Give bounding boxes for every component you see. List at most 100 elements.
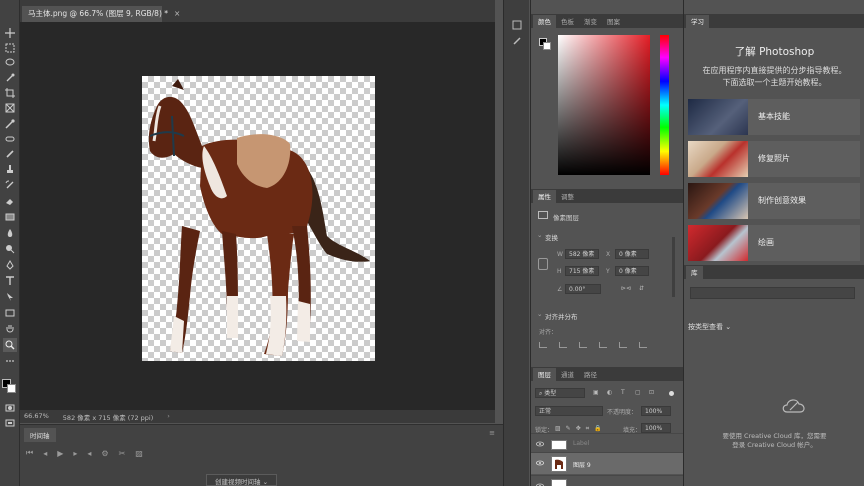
timeline-tab[interactable]: 时间轴 xyxy=(24,428,56,442)
canvas-area[interactable] xyxy=(20,22,495,410)
tab-libraries[interactable]: 库 xyxy=(686,266,703,279)
x-input[interactable]: 0 像素 xyxy=(615,249,649,259)
next-frame-icon[interactable]: ▸ xyxy=(73,449,77,458)
marquee-tool-icon[interactable] xyxy=(3,41,17,55)
filter-shape-icon[interactable]: ▢ xyxy=(635,389,641,396)
filter-pixel-icon[interactable]: ▣ xyxy=(593,389,599,396)
library-panel-tabs: 库 xyxy=(684,265,864,279)
filter-type-icon[interactable]: T xyxy=(621,389,625,396)
path-selection-tool-icon[interactable] xyxy=(3,290,17,304)
eye-icon[interactable] xyxy=(536,460,544,466)
audio-icon[interactable]: ◂ xyxy=(87,449,91,458)
transition-icon[interactable]: ▨ xyxy=(135,449,143,458)
align-center-icon[interactable] xyxy=(559,342,567,348)
lasso-tool-icon[interactable] xyxy=(3,56,17,70)
align-middle-icon[interactable] xyxy=(619,342,627,348)
history-brush-tool-icon[interactable] xyxy=(3,178,17,192)
chevron-down-icon[interactable]: ⌄ xyxy=(537,310,542,318)
layer-filter-select[interactable]: ⌕ 类型 xyxy=(535,388,585,398)
align-top-icon[interactable] xyxy=(599,342,607,348)
history-icon[interactable] xyxy=(512,20,522,30)
background-color-swatch[interactable] xyxy=(7,384,16,393)
blur-tool-icon[interactable] xyxy=(3,226,17,240)
learn-thumbnail xyxy=(688,225,748,261)
tab-patterns[interactable]: 图案 xyxy=(602,15,625,28)
chevron-down-icon[interactable]: ⌄ xyxy=(263,478,268,486)
background-color-chip[interactable] xyxy=(543,42,551,50)
color-picker-field[interactable] xyxy=(558,35,650,175)
screen-mode-icon[interactable] xyxy=(3,416,17,430)
width-input[interactable]: 582 像素 xyxy=(565,249,599,259)
fill-input[interactable]: 100% xyxy=(641,423,671,433)
more-tools-icon[interactable] xyxy=(3,354,17,368)
play-icon[interactable]: ▶ xyxy=(57,449,63,458)
clone-stamp-tool-icon[interactable] xyxy=(3,162,17,176)
height-input[interactable]: 715 像素 xyxy=(565,266,599,276)
flip-horizontal-icon[interactable]: ⊳⊲ xyxy=(621,285,631,292)
align-bottom-icon[interactable] xyxy=(639,342,647,348)
learn-item-creative-effects[interactable]: 制作创意效果 xyxy=(688,183,860,219)
learn-item-painting[interactable]: 绘画 xyxy=(688,225,860,261)
tab-swatches[interactable]: 色板 xyxy=(556,15,579,28)
link-icon[interactable] xyxy=(538,258,548,270)
crop-tool-icon[interactable] xyxy=(3,86,17,100)
move-tool-icon[interactable] xyxy=(3,26,17,40)
tab-paths[interactable]: 路径 xyxy=(579,368,602,381)
learn-item-fix-photo[interactable]: 修复照片 xyxy=(688,141,860,177)
opacity-input[interactable]: 100% xyxy=(641,406,671,416)
close-icon[interactable]: × xyxy=(174,9,180,18)
chevron-down-icon[interactable]: ⌄ xyxy=(537,231,542,239)
frame-tool-icon[interactable] xyxy=(3,101,17,115)
hand-tool-icon[interactable] xyxy=(3,322,17,336)
tab-channels[interactable]: 通道 xyxy=(556,368,579,381)
settings-gear-icon[interactable]: ⚙ xyxy=(101,449,108,458)
quick-select-tool-icon[interactable] xyxy=(3,71,17,85)
tab-gradients[interactable]: 渐变 xyxy=(579,15,602,28)
layer-row[interactable] xyxy=(531,475,683,486)
layer-row[interactable]: 图层 9 xyxy=(531,452,683,474)
pen-tool-icon[interactable] xyxy=(3,258,17,272)
healing-brush-tool-icon[interactable] xyxy=(3,132,17,146)
align-left-icon[interactable] xyxy=(539,342,547,348)
zoom-level[interactable]: 66.67% xyxy=(24,412,49,421)
quick-mask-icon[interactable] xyxy=(3,401,17,415)
dodge-tool-icon[interactable] xyxy=(3,242,17,256)
document-canvas[interactable] xyxy=(142,76,375,361)
rectangle-tool-icon[interactable] xyxy=(3,306,17,320)
learn-item-basic-skills[interactable]: 基本技能 xyxy=(688,99,860,135)
filter-adjustment-icon[interactable]: ◐ xyxy=(607,389,612,396)
scrollbar[interactable] xyxy=(672,237,675,297)
create-video-timeline-button[interactable]: 创建视频时间轴 ⌄ xyxy=(206,474,278,486)
zoom-tool-icon[interactable] xyxy=(3,338,17,352)
brush-preset-icon[interactable] xyxy=(512,36,522,46)
y-input[interactable]: 0 像素 xyxy=(615,266,649,276)
chevron-right-icon[interactable]: › xyxy=(167,412,170,421)
panel-menu-icon[interactable]: ≡ xyxy=(489,429,495,437)
eraser-tool-icon[interactable] xyxy=(3,194,17,208)
tab-layers[interactable]: 图层 xyxy=(533,368,556,381)
type-tool-icon[interactable] xyxy=(3,274,17,288)
hue-slider[interactable] xyxy=(660,35,669,175)
filter-smart-icon[interactable]: ⊡ xyxy=(649,389,654,396)
lock-icons[interactable]: ▨✎✥⌗🔒 xyxy=(555,425,607,433)
eye-icon[interactable] xyxy=(536,441,544,447)
gradient-tool-icon[interactable] xyxy=(3,210,17,224)
filter-toggle[interactable] xyxy=(669,391,674,396)
align-right-icon[interactable] xyxy=(579,342,587,348)
brush-tool-icon[interactable] xyxy=(3,147,17,161)
tab-color[interactable]: 颜色 xyxy=(533,15,556,28)
view-by-type-select[interactable]: 按类型查看 ⌄ xyxy=(688,322,731,332)
tab-adjustments[interactable]: 调整 xyxy=(556,190,579,203)
eyedropper-tool-icon[interactable] xyxy=(3,117,17,131)
document-tab[interactable]: 马主体.png @ 66.7% (图层 9, RGB/8) * × xyxy=(22,6,180,22)
previous-frame-icon[interactable]: ◂ xyxy=(43,449,47,458)
flip-vertical-icon[interactable]: ⇵ xyxy=(639,285,644,292)
split-icon[interactable]: ✂ xyxy=(119,449,126,458)
tab-properties[interactable]: 属性 xyxy=(533,190,556,203)
first-frame-icon[interactable]: ⏮ xyxy=(26,448,33,458)
library-search-input[interactable] xyxy=(690,287,855,299)
tab-learn[interactable]: 学习 xyxy=(686,15,709,28)
blend-mode-select[interactable]: 正常 xyxy=(535,406,603,416)
angle-input[interactable]: 0.00° xyxy=(565,284,601,294)
chevron-down-icon[interactable]: ⌄ xyxy=(725,323,731,331)
